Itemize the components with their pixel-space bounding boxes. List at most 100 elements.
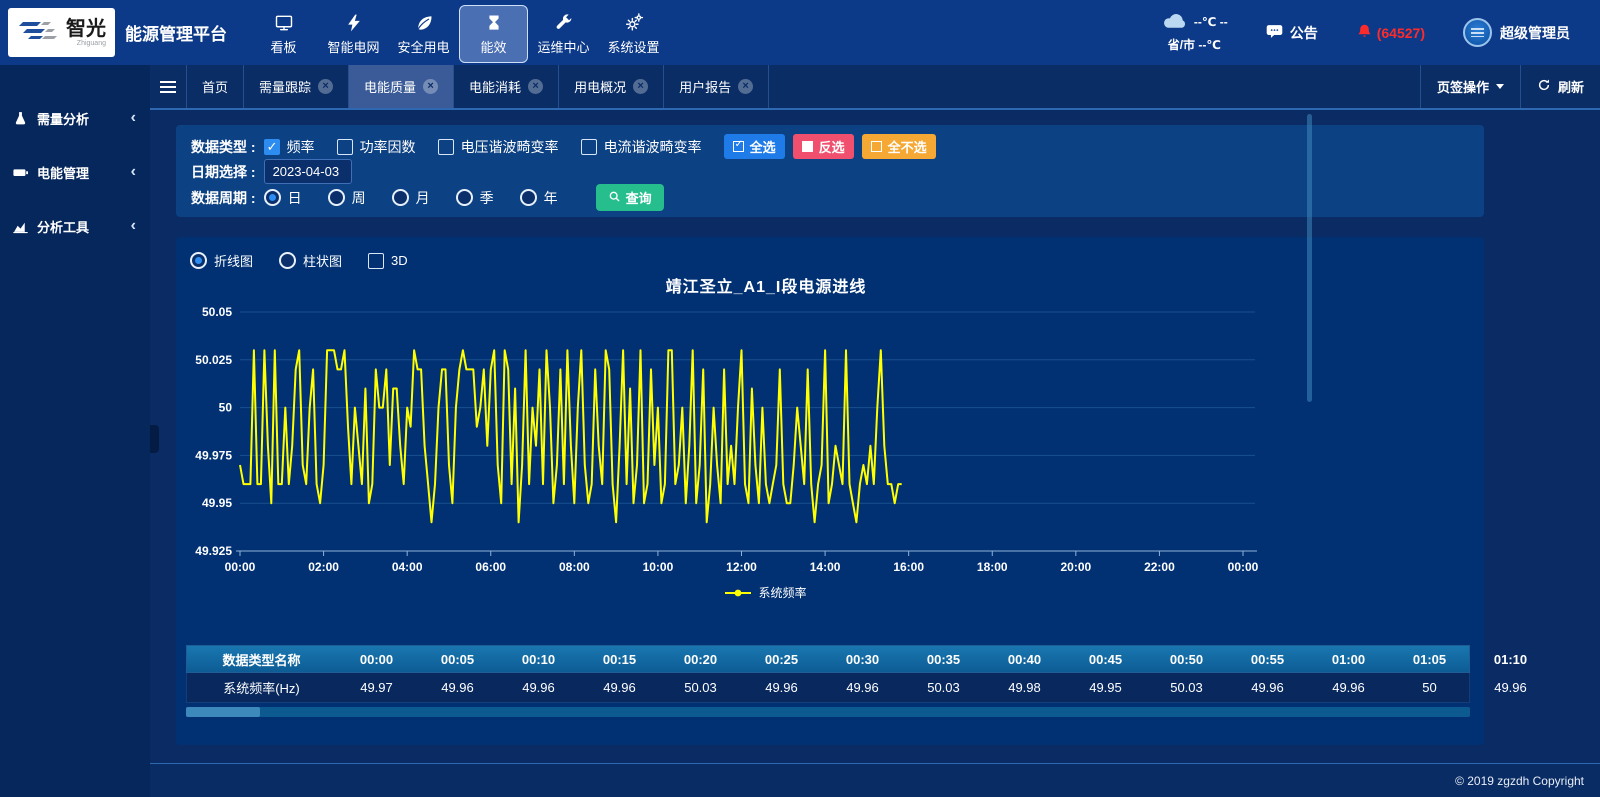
logo-en: Zhiguang [66, 40, 106, 47]
table-cell: 50.03 [903, 673, 984, 702]
alerts-button[interactable]: (64527) [1356, 23, 1425, 43]
svg-text:12:00: 12:00 [726, 560, 757, 574]
data-table: 数据类型名称00:0000:0500:1000:1500:2000:2500:3… [186, 645, 1470, 703]
close-icon[interactable]: × [738, 79, 753, 94]
chart-legend[interactable]: 系统频率 [216, 584, 1316, 601]
frequency-line-chart[interactable]: 50.0550.0255049.97549.9549.92500:0002:00… [184, 291, 1464, 591]
chart-option-3[interactable]: 3D [368, 253, 408, 269]
period-radio-4[interactable]: 季 [456, 188, 494, 208]
nav-item-3[interactable]: 安全用电 [389, 5, 458, 63]
vertical-scrollbar[interactable] [1307, 114, 1312, 402]
date-input[interactable] [264, 159, 352, 184]
select-all-button[interactable]: 全选 [724, 134, 785, 159]
data-type-label: 数据类型 : [191, 137, 256, 157]
svg-text:50.025: 50.025 [195, 353, 232, 367]
svg-text:04:00: 04:00 [392, 560, 423, 574]
announcement-button[interactable]: 公告 [1266, 23, 1318, 43]
nav-item-6[interactable]: 系统设置 [599, 5, 668, 63]
radio-icon [279, 252, 296, 269]
type-checkbox-3[interactable]: 电压谐波畸变率 [438, 137, 559, 157]
svg-text:06:00: 06:00 [475, 560, 506, 574]
sidebar-toggle-button[interactable] [150, 65, 187, 108]
tab-2[interactable]: 需量跟踪× [244, 65, 349, 108]
svg-text:49.975: 49.975 [195, 448, 232, 462]
wrench-icon [554, 13, 574, 33]
close-icon[interactable]: × [633, 79, 648, 94]
refresh-button[interactable]: 刷新 [1520, 65, 1600, 108]
tab-label: 用电概况 [574, 77, 626, 96]
app-header: 智光 Zhiguang 能源管理平台 看板智能电网安全用电能效运维中心系统设置 … [0, 0, 1600, 65]
tab-actions: 页签操作 刷新 [1420, 65, 1600, 108]
nav-item-2[interactable]: 智能电网 [319, 5, 388, 63]
svg-text:50.05: 50.05 [202, 305, 232, 319]
nav-item-4[interactable]: 能效 [459, 5, 528, 63]
period-radio-label: 年 [544, 188, 558, 208]
sidebar-collapse-handle[interactable] [150, 425, 159, 453]
nav-item-1[interactable]: 看板 [249, 5, 318, 63]
period-radio-label: 季 [480, 188, 494, 208]
close-icon[interactable]: × [423, 79, 438, 94]
table-horizontal-scrollbar[interactable] [186, 707, 1470, 717]
sidebar-item-2[interactable]: 电能管理‹ [0, 145, 150, 199]
copyright-text: © 2019 zgzdh Copyright [1455, 774, 1584, 788]
table-row-name: 系统频率(Hz) [187, 673, 336, 702]
period-radio-1[interactable]: 日 [264, 188, 302, 208]
user-name: 超级管理员 [1500, 23, 1570, 43]
sidebar-item-label: 电能管理 [37, 163, 89, 182]
checkbox-icon [368, 253, 384, 269]
leaf-icon [414, 13, 434, 33]
table-cell: 49.96 [1227, 673, 1308, 702]
svg-text:10:00: 10:00 [643, 560, 674, 574]
select-none-button[interactable]: 全不选 [862, 134, 936, 159]
chart-option-label: 折线图 [214, 251, 253, 270]
radio-icon [328, 189, 345, 206]
bolt-icon [344, 13, 364, 33]
type-checkbox-2[interactable]: 功率因数 [337, 137, 416, 157]
alert-count: (64527) [1377, 25, 1425, 41]
close-icon[interactable]: × [318, 79, 333, 94]
tab-5[interactable]: 用电概况 × [559, 65, 664, 108]
tab-bar: 首页需量跟踪×电能质量×电能消耗×用电概况×用户报告× 页签操作 刷新 [150, 65, 1600, 110]
type-checkbox-1[interactable]: 频率 [264, 137, 315, 157]
tab-1[interactable]: 首页 [187, 65, 244, 108]
user-menu[interactable]: 超级管理员 [1463, 18, 1570, 47]
select-all-label: 全选 [750, 137, 776, 156]
chart-option-1[interactable]: 折线图 [190, 251, 253, 270]
radio-selected-icon [264, 189, 281, 206]
scrollbar-thumb[interactable] [186, 707, 260, 717]
invert-selection-button[interactable]: 反选 [793, 134, 854, 159]
period-radio-2[interactable]: 周 [328, 188, 366, 208]
nav-item-label: 安全用电 [397, 37, 449, 56]
close-icon[interactable]: × [528, 79, 543, 94]
nav-item-label: 能效 [480, 37, 506, 56]
filter-panel: 数据类型 : 频率功率因数电压谐波畸变率电流谐波畸变率 全选 反选 全不选 日期… [176, 125, 1484, 217]
table-row: 系统频率(Hz)49.9749.9649.9649.9650.0349.9649… [186, 673, 1470, 703]
sidebar-item-label: 分析工具 [37, 217, 89, 236]
period-radio-3[interactable]: 月 [392, 188, 430, 208]
cloud-icon [1161, 10, 1189, 36]
main-nav: 看板智能电网安全用电 能效 运维中心系统设置 [249, 2, 668, 63]
chart-option-2[interactable]: 柱状图 [279, 251, 342, 270]
table-header-cell: 01:00 [1308, 646, 1389, 672]
tab-3[interactable]: 电能质量× [349, 65, 454, 108]
type-checkbox-4[interactable]: 电流谐波畸变率 [581, 137, 702, 157]
tab-operations-dropdown[interactable]: 页签操作 [1420, 65, 1520, 108]
select-none-label: 全不选 [888, 137, 927, 156]
weather-temp: --℃ -- [1194, 13, 1228, 32]
sidebar-item-1[interactable]: 需量分析‹ [0, 91, 150, 145]
sidebar-item-3[interactable]: 分析工具‹ [0, 199, 150, 253]
query-button[interactable]: 查询 [596, 184, 664, 211]
period-radio-5[interactable]: 年 [520, 188, 558, 208]
tab-6[interactable]: 用户报告× [664, 65, 769, 108]
tab-4[interactable]: 电能消耗× [454, 65, 559, 108]
svg-text:16:00: 16:00 [893, 560, 924, 574]
nav-item-5[interactable]: 运维中心 [529, 5, 598, 63]
caret-down-icon [1496, 84, 1504, 89]
filled-square-icon [802, 141, 813, 152]
logo-text: 智光 Zhiguang [66, 19, 106, 47]
table-cell: 49.97 [336, 673, 417, 702]
radio-icon [520, 189, 537, 206]
chart-type-options: 折线图 柱状图 3D [190, 251, 430, 270]
svg-text:20:00: 20:00 [1060, 560, 1091, 574]
nav-item-label: 系统设置 [607, 37, 659, 56]
